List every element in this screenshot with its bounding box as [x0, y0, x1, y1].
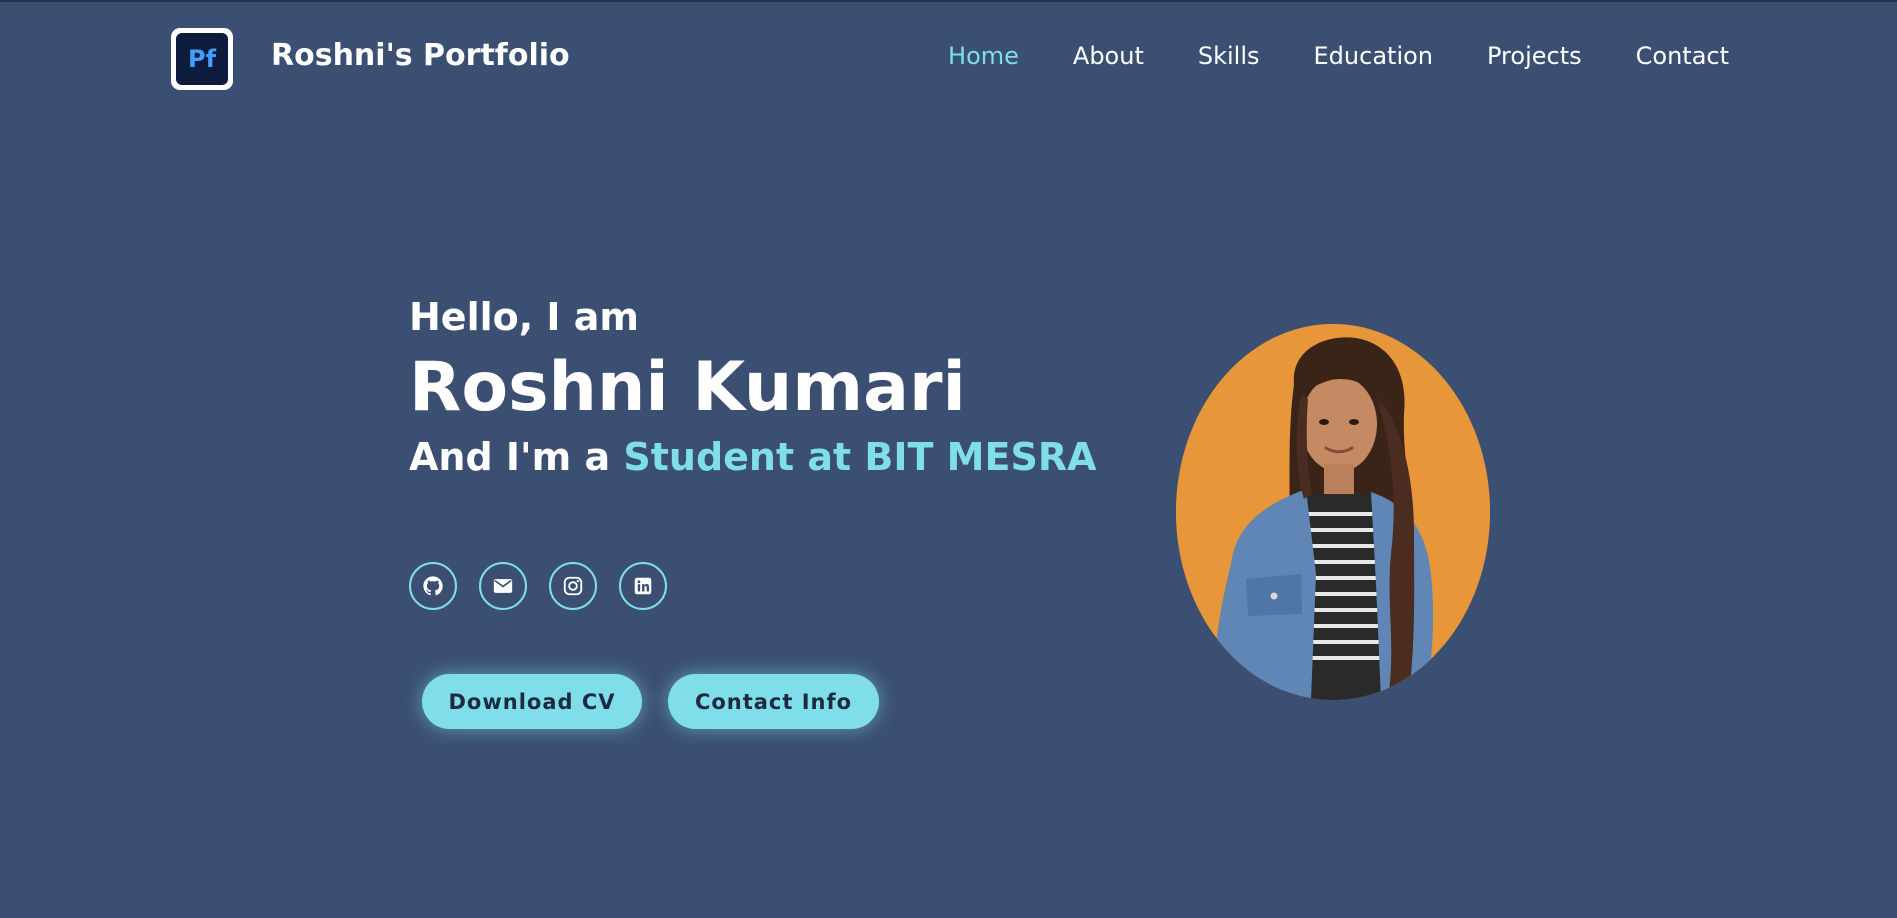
logo-mark: Pf	[176, 33, 228, 85]
linkedin-link[interactable]	[619, 562, 667, 610]
hero-actions: Download CV Contact Info	[422, 674, 879, 729]
social-links	[409, 562, 667, 610]
nav-education[interactable]: Education	[1314, 42, 1433, 70]
nav-skills[interactable]: Skills	[1198, 42, 1260, 70]
instagram-icon	[563, 576, 583, 596]
profile-portrait	[1176, 324, 1490, 700]
nav-home[interactable]: Home	[948, 42, 1019, 70]
download-cv-button[interactable]: Download CV	[422, 674, 642, 729]
brand-title[interactable]: Roshni's Portfolio	[271, 38, 570, 73]
main-nav: Home About Skills Education Projects Con…	[948, 42, 1729, 70]
hero-intro: Hello, I am Roshni Kumari And I'm a Stud…	[409, 292, 1096, 482]
github-link[interactable]	[409, 562, 457, 610]
instagram-link[interactable]	[549, 562, 597, 610]
logo[interactable]: Pf	[171, 28, 233, 90]
nav-projects[interactable]: Projects	[1487, 42, 1582, 70]
hero-name: Roshni Kumari	[409, 348, 966, 427]
nav-contact[interactable]: Contact	[1636, 42, 1729, 70]
github-icon	[423, 576, 443, 596]
email-link[interactable]	[479, 562, 527, 610]
role-highlight: Student at BIT MESRA	[623, 435, 1097, 479]
linkedin-icon	[634, 577, 652, 595]
profile-photo	[1176, 324, 1490, 700]
contact-info-button[interactable]: Contact Info	[668, 674, 879, 729]
site-header: Pf Roshni's Portfolio Home About Skills …	[0, 2, 1897, 112]
role-prefix: And I'm a	[409, 435, 624, 479]
hero-greeting: Hello, I am	[409, 295, 640, 339]
email-icon	[493, 579, 513, 593]
nav-about[interactable]: About	[1073, 42, 1144, 70]
hero-role: And I'm a Student at BIT MESRA	[409, 432, 1096, 482]
